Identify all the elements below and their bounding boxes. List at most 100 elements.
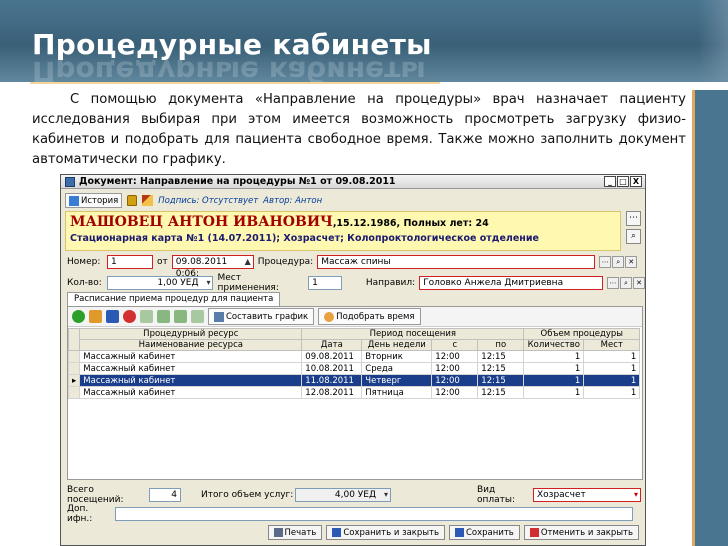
cell-quantity[interactable]: 1 xyxy=(523,374,585,387)
action-buttons: Печать Сохранить и закрыть Сохранить Отм… xyxy=(267,525,639,540)
table-row[interactable]: ▸ Массажный кабинет 11.08.2011 Четверг 12:00… xyxy=(67,374,641,387)
procedure-select-icon[interactable]: ⋯ xyxy=(599,256,612,268)
tab-schedule[interactable]: Расписание приема процедур для пациента xyxy=(67,292,281,306)
qty-input[interactable]: 1,00 УЕД ▾ xyxy=(106,276,214,290)
visits-label: Всего посещений: xyxy=(67,485,124,505)
cell-quantity[interactable]: 1 xyxy=(523,386,585,399)
maximize-button[interactable]: □ xyxy=(617,176,629,187)
extra-info-input[interactable] xyxy=(115,507,633,521)
cell-from[interactable]: 12:00 xyxy=(431,386,479,399)
make-schedule-label: Составить график xyxy=(226,311,309,322)
row-marker[interactable]: ▸ xyxy=(67,374,81,387)
form-row-1: Номер: 1 от 09.08.2011 0:06: ▲ Процедура:… xyxy=(67,255,638,279)
cell-date[interactable]: 10.08.2011 xyxy=(301,362,363,375)
places-input[interactable]: 1 xyxy=(308,276,342,290)
cell-quantity[interactable]: 1 xyxy=(523,362,585,375)
table-row[interactable]: Массажный кабинет 10.08.2011 Среда 12:00 12:… xyxy=(67,362,641,375)
cell-weekday[interactable]: Вторник xyxy=(361,350,433,363)
save-close-button[interactable]: Сохранить и закрыть xyxy=(326,525,445,540)
row-marker[interactable] xyxy=(67,362,81,375)
slide-body-text: С помощью документа «Направление на проц… xyxy=(32,92,686,167)
total-dropdown-icon: ▾ xyxy=(383,490,388,499)
cell-resource[interactable]: Массажный кабинет xyxy=(79,386,303,399)
pick-time-button[interactable]: Подобрать время xyxy=(318,308,421,325)
cell-places[interactable]: 1 xyxy=(583,362,641,375)
col-to[interactable]: по xyxy=(477,339,525,351)
payment-value: Хозрасчет xyxy=(537,490,586,500)
minimize-button[interactable]: _ xyxy=(604,176,616,187)
lock-icon[interactable] xyxy=(127,195,138,206)
printer-icon xyxy=(273,528,283,537)
move-next-icon[interactable] xyxy=(174,310,187,323)
date-spin-icon[interactable]: ▲ xyxy=(245,256,251,268)
payment-dropdown-icon[interactable]: ▾ xyxy=(634,489,638,501)
cell-date[interactable]: 09.08.2011 xyxy=(301,350,363,363)
referrer-select-icon[interactable]: ⋯ xyxy=(607,277,620,289)
make-schedule-button[interactable]: Составить график xyxy=(208,308,315,325)
procedure-input[interactable]: Массаж спины xyxy=(317,255,596,269)
cell-resource[interactable]: Массажный кабинет xyxy=(79,362,303,375)
cell-date[interactable]: 11.08.2011 xyxy=(301,374,363,387)
patient-menu-button[interactable]: ⋯ xyxy=(626,211,641,226)
sign-icon[interactable] xyxy=(142,195,154,206)
cell-date[interactable]: 12.08.2011 xyxy=(301,386,363,399)
print-button[interactable]: Печать xyxy=(267,525,323,540)
cell-places[interactable]: 1 xyxy=(583,350,641,363)
table-row[interactable]: Массажный кабинет 09.08.2011 Вторник 12:00 1… xyxy=(67,350,641,363)
pick-time-label: Подобрать время xyxy=(336,311,415,322)
cell-to[interactable]: 12:15 xyxy=(477,350,525,363)
cell-to[interactable]: 12:15 xyxy=(477,374,525,387)
slide-title: Процедурные кабинеты xyxy=(32,28,432,61)
cell-places[interactable]: 1 xyxy=(583,374,641,387)
qty-label: Кол-во: xyxy=(67,278,102,288)
cancel-close-button[interactable]: Отменить и закрыть xyxy=(523,525,639,540)
save-label: Сохранить xyxy=(466,527,514,538)
patient-search-icon[interactable]: ⌕ xyxy=(626,229,641,244)
cell-to[interactable]: 12:15 xyxy=(477,386,525,399)
procedure-clear-icon[interactable]: ✕ xyxy=(625,256,638,268)
grid-toolbar: Составить график Подобрать время xyxy=(68,307,642,327)
col-date[interactable]: Дата xyxy=(301,339,363,351)
history-button[interactable]: История xyxy=(65,193,123,208)
move-last-icon[interactable] xyxy=(191,310,204,323)
delete-icon[interactable] xyxy=(123,310,136,323)
referrer-search-icon[interactable]: ⌕ xyxy=(620,277,633,289)
cell-resource[interactable]: Массажный кабинет xyxy=(79,350,303,363)
col-places[interactable]: Мест xyxy=(583,339,641,351)
save-icon xyxy=(455,528,464,537)
referrer-clear-icon[interactable]: ✕ xyxy=(633,277,645,289)
number-input[interactable]: 1 xyxy=(107,255,153,269)
table-row[interactable]: Массажный кабинет 12.08.2011 Пятница 12:00 1… xyxy=(67,386,641,399)
add-icon[interactable] xyxy=(72,310,85,323)
procedure-search-icon[interactable]: ⌕ xyxy=(612,256,625,268)
col-quantity[interactable]: Количество xyxy=(523,339,585,351)
cell-resource[interactable]: Массажный кабинет xyxy=(79,374,303,387)
col-resource[interactable]: Наименование ресурса xyxy=(79,339,303,351)
cell-weekday[interactable]: Четверг xyxy=(361,374,433,387)
qty-value: 1,00 УЕД xyxy=(157,278,199,288)
move-first-icon[interactable] xyxy=(140,310,153,323)
copy-icon[interactable] xyxy=(106,310,119,323)
cell-from[interactable]: 12:00 xyxy=(431,362,479,375)
cell-from[interactable]: 12:00 xyxy=(431,350,479,363)
cell-from[interactable]: 12:00 xyxy=(431,374,479,387)
row-marker[interactable] xyxy=(67,386,81,399)
qty-dropdown-icon[interactable]: ▾ xyxy=(206,277,210,289)
save-button[interactable]: Сохранить xyxy=(449,525,520,540)
col-from[interactable]: с xyxy=(431,339,479,351)
visits-input[interactable]: 4 xyxy=(149,488,181,502)
patient-info-box: МАШОВЕЦ АНТОН ИВАНОВИЧ,15.12.1986, Полны… xyxy=(65,211,621,251)
cell-to[interactable]: 12:15 xyxy=(477,362,525,375)
date-input[interactable]: 09.08.2011 0:06: ▲ xyxy=(171,255,254,279)
col-weekday[interactable]: День недели xyxy=(361,339,433,351)
cell-places[interactable]: 1 xyxy=(583,386,641,399)
close-button[interactable]: X xyxy=(630,176,642,187)
referrer-input[interactable]: Головко Анжела Дмитриевна xyxy=(419,276,604,290)
cell-quantity[interactable]: 1 xyxy=(523,350,585,363)
cell-weekday[interactable]: Пятница xyxy=(361,386,433,399)
move-prev-icon[interactable] xyxy=(157,310,170,323)
edit-icon[interactable] xyxy=(89,310,102,323)
payment-select[interactable]: Хозрасчет ▾ xyxy=(533,488,641,502)
row-marker[interactable] xyxy=(67,350,81,363)
cell-weekday[interactable]: Среда xyxy=(361,362,433,375)
